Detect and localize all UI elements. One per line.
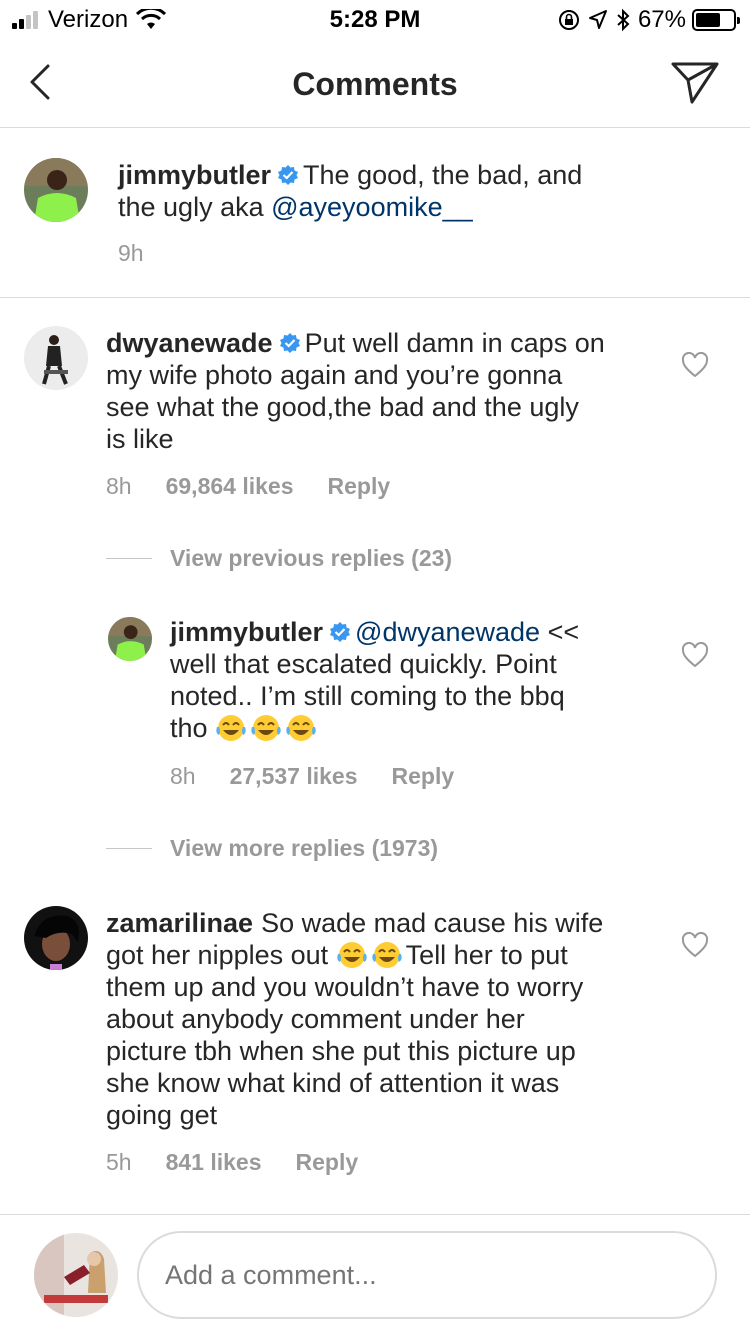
comment-body-line: see what the good,the bad and the ugly	[106, 392, 579, 422]
tears-of-joy-emoji-icon	[372, 942, 402, 968]
add-comment-input[interactable]	[137, 1231, 717, 1319]
avatar-jimmybutler-reply[interactable]	[108, 617, 152, 661]
view-more-replies-label: View more replies (1973)	[170, 835, 439, 861]
reply-text-jimmybutler: jimmybutler @dwyanewade << well that esca…	[170, 616, 650, 744]
current-user-avatar	[34, 1233, 118, 1317]
avatar-dwyanewade[interactable]	[24, 326, 88, 390]
caption-body: The good, the bad, and	[303, 160, 583, 190]
avatar-jimmybutler[interactable]	[24, 158, 88, 222]
comment-text-zamarilinae: zamarilinae So wade mad cause his wife go…	[106, 907, 666, 1131]
caption-time: 9h	[118, 240, 144, 266]
comment-body-line: them up and you wouldn’t have to worry	[106, 972, 584, 1002]
reply-meta: 8h 27,537 likes Reply	[170, 763, 454, 790]
verified-badge-icon	[278, 165, 299, 185]
comment-body-line: my wife photo again and you’re gonna	[106, 360, 563, 390]
comment-meta-dwyanewade: 8h 69,864 likes Reply	[106, 473, 390, 500]
status-bar: Verizon 5:28 PM 67%	[0, 0, 750, 40]
battery-percent: 67%	[637, 6, 686, 33]
direct-send-icon[interactable]	[670, 60, 720, 106]
comment-composer	[0, 1214, 750, 1334]
rotation-lock-icon	[558, 10, 579, 30]
view-more-replies-button[interactable]: View more replies (1973)	[106, 835, 438, 862]
verified-badge-icon	[330, 622, 351, 642]
like-heart-icon[interactable]	[681, 352, 709, 378]
reply-button[interactable]: Reply	[296, 1149, 359, 1176]
comment-body-line: about anybody comment under her	[106, 1004, 525, 1034]
reply-mention[interactable]: @dwyanewade	[355, 617, 540, 647]
comment-body-line: is like	[106, 424, 174, 454]
replies-line	[106, 558, 152, 559]
comment-time: 8h	[106, 473, 132, 499]
caption-meta: 9h	[118, 240, 144, 267]
tears-of-joy-emoji-icon	[286, 715, 316, 741]
reply-button[interactable]: Reply	[392, 763, 455, 790]
like-heart-icon[interactable]	[681, 642, 709, 668]
view-previous-replies-label: View previous replies (23)	[170, 545, 453, 571]
comment-likes[interactable]: 841 likes	[166, 1149, 262, 1176]
reply-body-line: <<	[540, 617, 580, 647]
comment-likes[interactable]: 69,864 likes	[166, 473, 294, 500]
caption-username[interactable]: jimmybutler	[118, 160, 271, 190]
location-arrow-icon	[588, 10, 607, 29]
comment-body-line: got her nipples out	[106, 940, 336, 970]
comment-body-line: picture tbh when she put this picture up	[106, 1036, 576, 1066]
battery-fill	[696, 13, 721, 27]
like-heart-icon[interactable]	[681, 932, 709, 958]
comment-username[interactable]: zamarilinae	[106, 908, 253, 938]
comment-meta-zamarilinae: 5h 841 likes Reply	[106, 1149, 358, 1176]
replies-line	[106, 848, 152, 849]
status-right: 67%	[558, 6, 740, 34]
battery-icon	[692, 9, 740, 31]
caption-mention[interactable]: @ayeyoomike__	[271, 192, 473, 222]
comment-username[interactable]: dwyanewade	[106, 328, 273, 358]
comment-body-line: So wade mad cause his wife	[261, 908, 604, 938]
comment-time: 5h	[106, 1149, 132, 1175]
view-previous-replies-button[interactable]: View previous replies (23)	[106, 545, 452, 572]
comment-text-dwyanewade: dwyanewade Put well damn in caps on my wi…	[106, 327, 666, 455]
bluetooth-icon	[617, 8, 630, 32]
tears-of-joy-emoji-icon	[251, 715, 281, 741]
comment-body-line: Put well damn in caps on	[304, 328, 605, 358]
reply-button[interactable]: Reply	[328, 473, 391, 500]
reply-time: 8h	[170, 763, 196, 789]
tears-of-joy-emoji-icon	[337, 942, 367, 968]
avatar-zamarilinae[interactable]	[24, 906, 88, 970]
reply-body-line: well that escalated quickly. Point	[170, 649, 557, 679]
comment-body-line: she know what kind of attention it was	[106, 1068, 560, 1098]
verified-badge-icon	[279, 333, 300, 353]
comment-body-line: Tell her to put	[405, 940, 568, 970]
reply-username[interactable]: jimmybutler	[170, 617, 323, 647]
page-title: Comments	[292, 66, 458, 102]
reply-likes[interactable]: 27,537 likes	[230, 763, 358, 790]
reply-body-line: noted.. I’m still coming to the bbq	[170, 681, 565, 711]
navigation-bar: Comments	[0, 40, 750, 128]
tears-of-joy-emoji-icon	[216, 715, 246, 741]
caption-body-line2: the ugly aka	[118, 192, 272, 222]
caption-text: jimmybutler The good, the bad, and the ug…	[118, 159, 718, 223]
reply-body-line: tho	[170, 713, 216, 743]
caption-divider	[0, 297, 750, 298]
comment-body-line: going get	[106, 1100, 218, 1130]
